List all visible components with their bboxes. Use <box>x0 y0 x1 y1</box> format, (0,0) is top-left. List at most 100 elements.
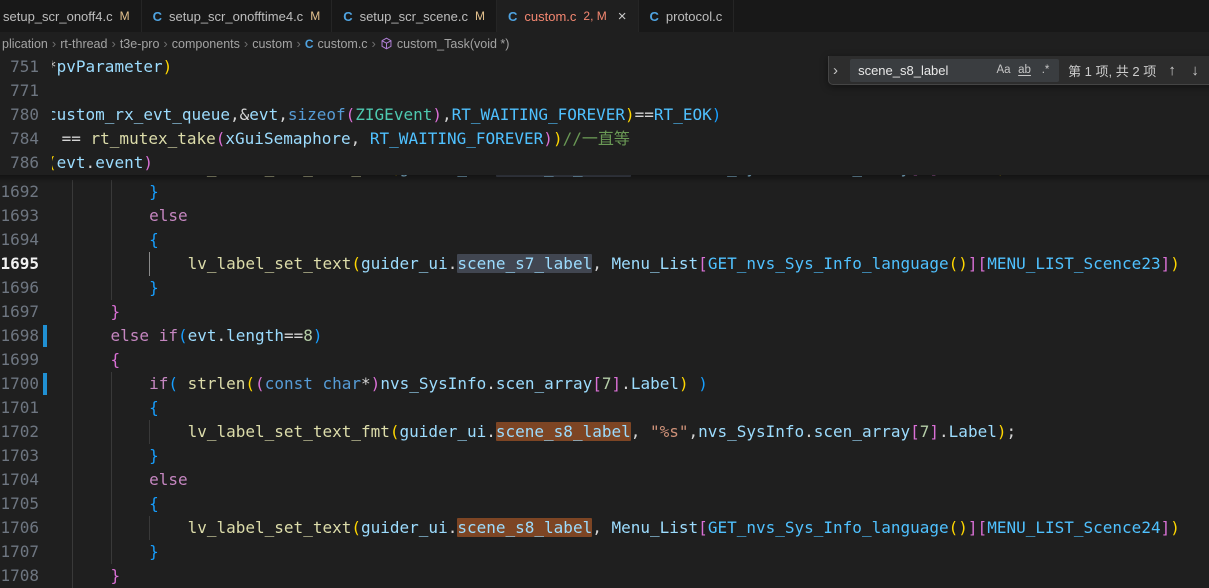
line-number[interactable]: 1704 <box>0 468 39 492</box>
tab-setup_scr_onoff4.c[interactable]: setup_scr_onoff4.cM <box>0 0 142 32</box>
code-token <box>72 374 149 393</box>
code-text[interactable]: lv_label_set_text(guider_ui.scene_s8_lab… <box>72 516 1180 540</box>
previous-match-icon[interactable]: ↑ <box>1165 62 1179 79</box>
line-number[interactable]: 1694 <box>0 228 39 252</box>
close-icon[interactable]: × <box>618 8 627 25</box>
line-number[interactable]: 1705 <box>0 492 39 516</box>
line-number[interactable]: 1703 <box>0 444 39 468</box>
breadcrumb-item-rt-thread[interactable]: rt-thread <box>60 37 107 51</box>
line-number: 784 <box>0 127 39 151</box>
code-token: == <box>284 326 303 345</box>
code-token: 7 <box>920 422 930 441</box>
code-token: char <box>323 374 362 393</box>
code-text[interactable]: lv_label_set_text(guider_ui.scene_s7_lab… <box>72 252 1180 276</box>
code-text: custom_rx_evt_queue,&evt,sizeof(ZIGEvent… <box>52 103 721 127</box>
whole-word-icon[interactable]: ab <box>1014 61 1035 80</box>
code-token: RT_WAITING_FOREVER <box>370 129 543 148</box>
toggle-replace-chevron-icon[interactable]: › <box>833 62 841 79</box>
code-token: Label <box>949 175 997 177</box>
line-number[interactable]: 1700 <box>0 372 39 396</box>
code-token: , <box>278 105 288 124</box>
code-token: scene_s7_label <box>457 254 592 273</box>
find-input[interactable] <box>858 63 993 78</box>
line-number[interactable]: 1698 <box>0 324 39 348</box>
code-token: const <box>265 374 313 393</box>
code-text[interactable]: else <box>72 468 188 492</box>
code-text[interactable]: else if(evt.length==8) <box>72 324 323 348</box>
code-text[interactable]: } <box>72 276 159 300</box>
code-text[interactable]: lv_label_set_text_fmt(guider_ui.scene_s8… <box>72 420 1016 444</box>
code-area[interactable]: 1691 lv_label_set_text_fmt(guider_ui.sce… <box>0 175 1209 588</box>
code-token: scene_s8_label <box>457 518 592 537</box>
code-line: 1702 lv_label_set_text_fmt(guider_ui.sce… <box>0 420 1209 444</box>
match-case-icon[interactable]: Aa <box>993 61 1014 80</box>
line-number[interactable]: 1692 <box>0 180 39 204</box>
code-text[interactable]: { <box>72 492 159 516</box>
breadcrumb-label: rt-thread <box>60 37 107 51</box>
code-text[interactable]: } <box>72 300 120 324</box>
code-token: { <box>149 230 159 249</box>
next-match-icon[interactable]: ↓ <box>1188 62 1202 79</box>
sticky-line[interactable]: 786(evt.event) <box>0 151 1209 175</box>
code-token: ) <box>543 129 553 148</box>
breadcrumb-item-custom.c[interactable]: Ccustom.c <box>305 37 368 51</box>
breadcrumb-label: t3e-pro <box>120 37 160 51</box>
regex-icon[interactable]: .* <box>1035 61 1056 80</box>
code-token: ( <box>255 374 265 393</box>
line-number: 771 <box>0 79 39 103</box>
tab-custom.c[interactable]: Ccustom.c2, M× <box>497 0 639 32</box>
breadcrumb-item-custom_Task(void *)[interactable]: custom_Task(void *) <box>380 37 510 51</box>
breadcrumb-item-custom[interactable]: custom <box>252 37 292 51</box>
code-token: } <box>149 542 159 561</box>
code-token: ] <box>612 374 622 393</box>
code-token: guider_ui <box>361 518 448 537</box>
code-editor[interactable]: 1691 lv_label_set_text_fmt(guider_ui.sce… <box>0 55 1209 588</box>
breadcrumb-label: custom.c <box>318 37 368 51</box>
code-line: 1705 { <box>0 492 1209 516</box>
code-text[interactable]: } <box>72 564 120 588</box>
code-token: scene_s8_label <box>496 422 631 441</box>
line-number[interactable]: 1696 <box>0 276 39 300</box>
code-token: ) <box>432 105 442 124</box>
line-number[interactable]: 1706 <box>0 516 39 540</box>
code-token: ] <box>968 518 978 537</box>
code-text[interactable]: } <box>72 444 159 468</box>
symbol-method-icon <box>380 37 393 50</box>
code-token: ] <box>929 175 939 177</box>
code-token: . <box>939 175 949 177</box>
code-token: ) <box>371 374 381 393</box>
code-token: ; <box>1006 175 1016 177</box>
line-number[interactable]: 1701 <box>0 396 39 420</box>
code-text[interactable]: { <box>72 228 159 252</box>
line-number[interactable]: 1702 <box>0 420 39 444</box>
code-token <box>72 542 149 561</box>
line-number[interactable]: 1697 <box>0 300 39 324</box>
code-text[interactable]: } <box>72 540 159 564</box>
sticky-line[interactable]: 784 == rt_mutex_take(xGuiSemaphore, RT_W… <box>0 127 1209 151</box>
tab-setup_scr_onofftime4.c[interactable]: Csetup_scr_onofftime4.cM <box>142 0 333 32</box>
line-number[interactable]: 1695 <box>0 252 39 276</box>
breadcrumb-item-plication[interactable]: plication <box>2 37 48 51</box>
code-token: . <box>486 374 496 393</box>
tab-setup_scr_scene.c[interactable]: Csetup_scr_scene.cM <box>332 0 497 32</box>
line-number[interactable]: 1707 <box>0 540 39 564</box>
code-token <box>72 518 188 537</box>
tab-protocol.c[interactable]: Cprotocol.c <box>639 0 735 32</box>
code-text[interactable]: if( strlen((const char*)nvs_SysInfo.scen… <box>72 372 708 396</box>
code-token: , <box>351 129 370 148</box>
code-token: . <box>804 422 814 441</box>
code-token <box>149 326 159 345</box>
breadcrumb-item-t3e-pro[interactable]: t3e-pro <box>120 37 160 51</box>
code-text[interactable]: { <box>72 396 159 420</box>
line-number[interactable]: 1693 <box>0 204 39 228</box>
code-token: } <box>149 278 159 297</box>
code-text[interactable]: { <box>72 348 120 372</box>
code-text[interactable]: } <box>72 180 159 204</box>
sticky-line[interactable]: 780custom_rx_evt_queue,&evt,sizeof(ZIGEv… <box>0 103 1209 127</box>
code-text[interactable]: else <box>72 204 188 228</box>
line-number[interactable]: 1708 <box>0 564 39 588</box>
breadcrumb-item-components[interactable]: components <box>172 37 240 51</box>
line-number[interactable]: 1699 <box>0 348 39 372</box>
code-token: { <box>149 494 159 513</box>
code-token: scen_array <box>496 374 592 393</box>
